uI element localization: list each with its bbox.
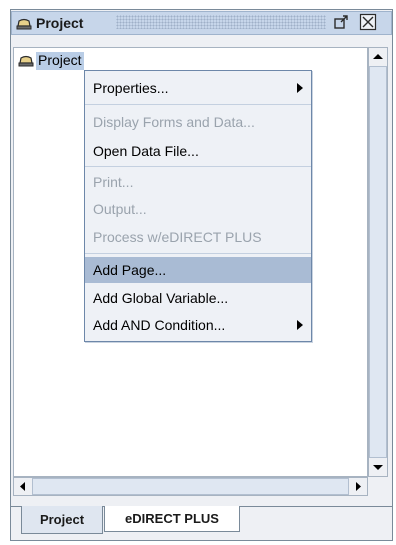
project-node-icon — [18, 55, 34, 67]
menu-item-output[interactable]: Output... — [85, 196, 311, 222]
menu-separator — [85, 104, 311, 105]
scroll-up-icon[interactable] — [369, 48, 387, 66]
submenu-arrow-icon — [297, 320, 303, 330]
menu-item-add-global-variable[interactable]: Add Global Variable... — [85, 285, 311, 311]
menu-item-add-and-condition[interactable]: Add AND Condition... — [85, 312, 311, 338]
title-grip[interactable] — [116, 15, 326, 29]
menu-item-process-edirect-plus[interactable]: Process w/eDIRECT PLUS — [85, 224, 311, 250]
scroll-down-icon[interactable] — [369, 458, 387, 476]
submenu-arrow-icon — [297, 83, 303, 93]
tab-edirect-plus[interactable]: eDIRECT PLUS — [104, 506, 240, 532]
menu-item-print[interactable]: Print... — [85, 169, 311, 195]
tab-project-label: Project — [39, 512, 85, 527]
scroll-left-icon[interactable] — [14, 478, 32, 495]
horizontal-scroll-thumb[interactable] — [32, 478, 349, 495]
menu-separator — [85, 166, 311, 167]
close-icon[interactable] — [359, 13, 377, 31]
menu-item-display-forms[interactable]: Display Forms and Data... — [85, 109, 311, 135]
project-icon — [16, 18, 32, 30]
float-window-icon[interactable] — [332, 13, 350, 31]
window-title: Project — [36, 15, 84, 31]
menu-item-open-data-file[interactable]: Open Data File... — [85, 138, 311, 164]
vertical-scroll-thumb[interactable] — [369, 66, 387, 458]
tab-project[interactable]: Project — [21, 506, 103, 534]
menu-separator — [85, 253, 311, 254]
tab-edirect-plus-label: eDIRECT PLUS — [125, 511, 219, 526]
tree-node-project[interactable]: Project — [36, 52, 84, 70]
menu-item-add-page[interactable]: Add Page... — [85, 257, 311, 283]
scroll-right-icon[interactable] — [349, 478, 367, 495]
menu-item-properties[interactable]: Properties... — [85, 75, 311, 101]
